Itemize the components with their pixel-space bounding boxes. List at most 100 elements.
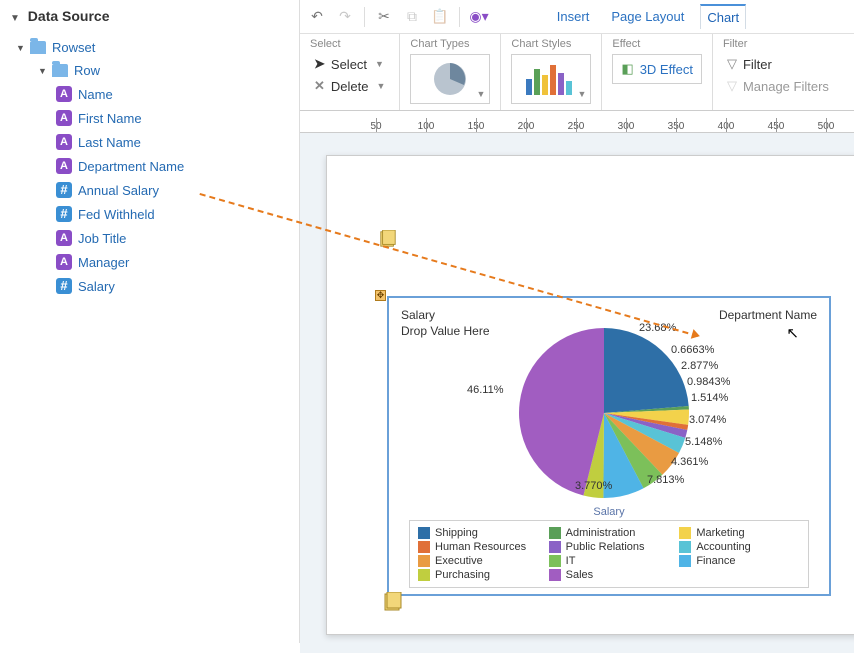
- delete-button[interactable]: ✕ Delete ▼: [310, 76, 389, 96]
- text-field-icon: A: [56, 230, 72, 246]
- funnel-icon: ▽: [727, 78, 737, 94]
- select-button[interactable]: ➤ Select ▼: [310, 54, 389, 74]
- note-icon: [379, 230, 397, 248]
- legend-swatch: [418, 541, 430, 553]
- slice-percent-label: 0.9843%: [687, 376, 730, 388]
- manage-filters-button[interactable]: ▽ Manage Filters: [723, 76, 833, 96]
- legend-item-accounting[interactable]: Accounting: [679, 541, 800, 553]
- number-field-icon: #: [56, 206, 72, 222]
- legend-item-executive[interactable]: Executive: [418, 555, 539, 567]
- chevron-down-icon: ▼: [16, 43, 26, 53]
- legend-item-shipping[interactable]: Shipping: [418, 527, 539, 539]
- legend-item-sales[interactable]: Sales: [549, 569, 670, 581]
- refresh-icon[interactable]: ◉▾: [470, 8, 488, 26]
- slice-percent-label: 2.877%: [681, 360, 718, 372]
- legend-item-it[interactable]: IT: [549, 555, 670, 567]
- slice-percent-label: 3.074%: [689, 414, 726, 426]
- toolbar: ↶ ↷ ✂ ⧉ 📋 ◉▾ Insert Page Layout Chart: [300, 0, 854, 34]
- tree-field-fed-withheld[interactable]: # Fed Withheld: [10, 202, 289, 226]
- chart-type-picker[interactable]: ▼: [410, 54, 490, 104]
- data-source-panel: ▼ Data Source ▼ Rowset ▼ Row AName A First…: [0, 0, 300, 643]
- panel-title: Data Source: [28, 8, 110, 24]
- chevron-down-icon: ▼: [376, 81, 385, 91]
- tree-label: Row: [74, 63, 100, 78]
- move-handle-icon[interactable]: ✥: [375, 290, 386, 301]
- ribbon-group-select: Select ➤ Select ▼ ✕ Delete ▼: [300, 34, 400, 110]
- filter-button[interactable]: ▽ Filter: [723, 54, 833, 74]
- tree-field-annual-salary[interactable]: # Annual Salary: [10, 178, 289, 202]
- design-canvas[interactable]: Salary R ✥ Salary Drop Value Here Depart…: [300, 133, 854, 653]
- group-label: Select: [310, 38, 389, 50]
- tab-page-layout[interactable]: Page Layout: [605, 5, 690, 28]
- legend-label: Public Relations: [566, 541, 645, 553]
- group-label: Chart Styles: [511, 38, 591, 50]
- field-label: Job Title: [78, 231, 126, 246]
- tree-node-row[interactable]: ▼ Row: [10, 59, 289, 82]
- field-label: Manager: [78, 255, 129, 270]
- slice-percent-label: 7.813%: [647, 474, 684, 486]
- axis-label: Salary: [389, 506, 829, 518]
- legend-item-marketing[interactable]: Marketing: [679, 527, 800, 539]
- slice-percent-label: 23.68%: [639, 322, 676, 334]
- legend-swatch: [679, 555, 691, 567]
- tree-root-rowset[interactable]: ▼ Rowset: [10, 36, 289, 59]
- tree-field-first-name[interactable]: A First Name: [10, 106, 289, 130]
- tree-field-job-title[interactable]: A Job Title: [10, 226, 289, 250]
- field-label: Last Name: [78, 135, 141, 150]
- tab-insert[interactable]: Insert: [551, 5, 596, 28]
- bar-style-icon: [521, 59, 581, 99]
- field-label: Fed Withheld: [78, 207, 155, 222]
- cube-icon: ◧: [621, 61, 633, 77]
- cut-icon[interactable]: ✂: [375, 8, 393, 26]
- field-label: First Name: [78, 111, 142, 126]
- chart-container[interactable]: ✥ Salary Drop Value Here Department Name…: [387, 296, 831, 596]
- three-d-effect-button[interactable]: ◧ 3D Effect: [612, 54, 702, 84]
- legend-swatch: [549, 555, 561, 567]
- text-field-icon: A: [56, 110, 72, 126]
- chevron-down-icon: ▼: [577, 89, 586, 99]
- tree-field-last-name[interactable]: ALast Name: [10, 130, 289, 154]
- legend-label: Shipping: [435, 527, 478, 539]
- legend-swatch: [549, 541, 561, 553]
- tree-field-name[interactable]: AName: [10, 82, 289, 106]
- slice-percent-label: 1.514%: [691, 392, 728, 404]
- legend-item-finance[interactable]: Finance: [679, 555, 800, 567]
- field-label: Annual Salary: [78, 183, 159, 198]
- field-label: Salary: [78, 279, 115, 294]
- pointer-icon: ➤: [314, 56, 325, 72]
- number-field-icon: #: [56, 182, 72, 198]
- tree-field-manager[interactable]: AManager: [10, 250, 289, 274]
- report-page: Salary R ✥ Salary Drop Value Here Depart…: [326, 155, 854, 635]
- note-icon: [383, 592, 403, 612]
- ribbon-group-chart-types: Chart Types ▼: [400, 34, 501, 110]
- legend-swatch: [418, 555, 430, 567]
- chevron-down-icon: ▼: [476, 89, 485, 99]
- tree-field-salary[interactable]: #Salary: [10, 274, 289, 298]
- undo-icon[interactable]: ↶: [308, 8, 326, 26]
- pie-slice-shipping[interactable]: [604, 328, 689, 413]
- pie-icon: [430, 59, 470, 99]
- delete-icon: ✕: [314, 78, 325, 94]
- legend-item-purchasing[interactable]: Purchasing: [418, 569, 539, 581]
- legend-swatch: [679, 541, 691, 553]
- legend-item-public-relations[interactable]: Public Relations: [549, 541, 670, 553]
- slice-percent-label: 4.361%: [671, 456, 708, 468]
- legend-label: Purchasing: [435, 569, 490, 581]
- legend-label: Human Resources: [435, 541, 526, 553]
- group-label: Chart Types: [410, 38, 490, 50]
- legend-swatch: [549, 527, 561, 539]
- chart-style-picker[interactable]: ▼: [511, 54, 591, 104]
- collapse-icon[interactable]: ▼: [10, 13, 20, 24]
- ribbon-group-filter: Filter ▽ Filter ▽ Manage Filters: [713, 34, 843, 110]
- chart-series-label[interactable]: Department Name: [719, 308, 817, 322]
- legend-item-human-resources[interactable]: Human Resources: [418, 541, 539, 553]
- drop-value-placeholder[interactable]: Drop Value Here: [401, 324, 490, 338]
- folder-icon: [52, 64, 68, 77]
- tree-field-department-name[interactable]: ADepartment Name: [10, 154, 289, 178]
- copy-icon[interactable]: ⧉: [403, 8, 421, 26]
- paste-icon[interactable]: 📋: [431, 8, 449, 26]
- slice-percent-label: 0.6663%: [671, 344, 714, 356]
- redo-icon[interactable]: ↷: [336, 8, 354, 26]
- tab-chart[interactable]: Chart: [700, 4, 746, 29]
- legend-item-administration[interactable]: Administration: [549, 527, 670, 539]
